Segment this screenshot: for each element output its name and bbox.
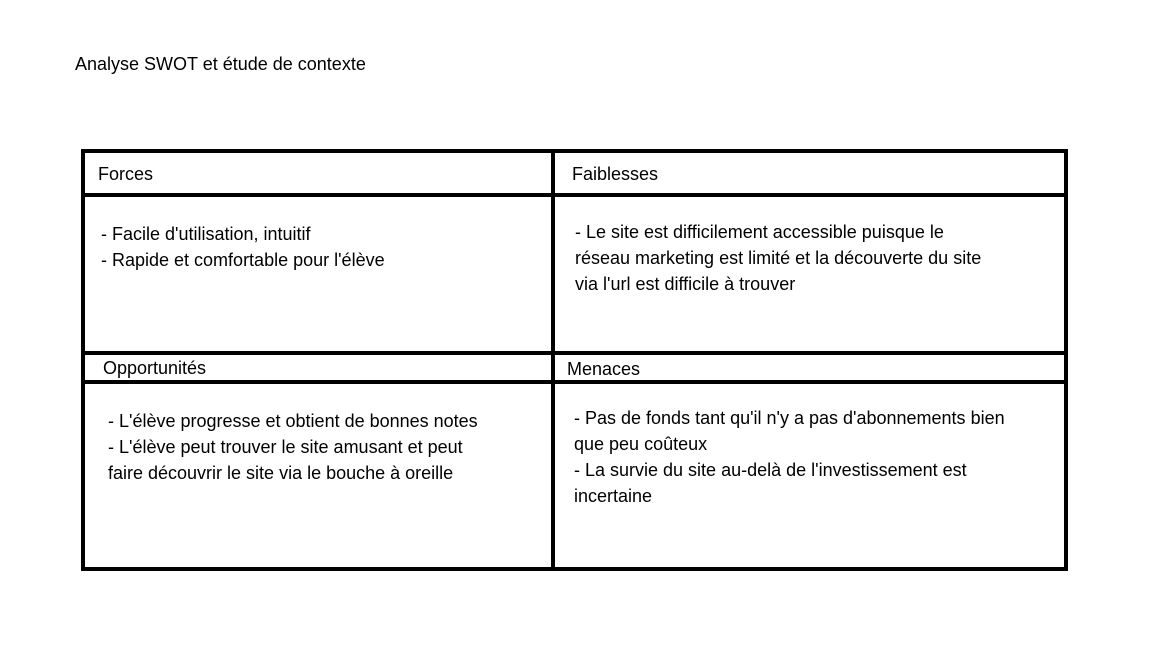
threats-line: que peu coûteux: [574, 434, 708, 454]
table-divider-vertical: [551, 149, 555, 571]
table-divider-header-bottom: [81, 380, 1068, 384]
page-title: Analyse SWOT et étude de contexte: [75, 54, 366, 74]
threats-line: incertaine: [574, 486, 653, 506]
table-border-top: [81, 149, 1068, 153]
opportunities-line: faire découvrir le site via le bouche à …: [108, 463, 454, 483]
threats-content: - Pas de fonds tant qu'il n'y a pas d'ab…: [574, 405, 1005, 509]
table-border-right: [1064, 149, 1068, 571]
strengths-line: - Rapide et comfortable pour l'élève: [101, 250, 385, 270]
threats-line: - Pas de fonds tant qu'il n'y a pas d'ab…: [574, 408, 1005, 428]
swot-table: Forces Faiblesses Opportunités Menaces -…: [81, 149, 1068, 571]
weaknesses-line: réseau marketing est limité et la découv…: [575, 248, 982, 268]
weaknesses-content: - Le site est difficilement accessible p…: [575, 219, 981, 297]
table-border-bottom: [81, 567, 1068, 571]
opportunities-content: - L'élève progresse et obtient de bonnes…: [108, 408, 478, 486]
weaknesses-header: Faiblesses: [572, 164, 659, 184]
strengths-line: - Facile d'utilisation, intuitif: [101, 224, 311, 244]
table-divider-header-top: [81, 193, 1068, 197]
opportunities-header: Opportunités: [103, 358, 207, 378]
table-divider-middle: [81, 351, 1068, 355]
opportunities-line: - L'élève peut trouver le site amusant e…: [108, 437, 463, 457]
weaknesses-line: - Le site est difficilement accessible p…: [575, 222, 944, 242]
opportunities-line: - L'élève progresse et obtient de bonnes…: [108, 411, 478, 431]
threats-line: - La survie du site au-delà de l'investi…: [574, 460, 967, 480]
threats-header: Menaces: [567, 359, 641, 379]
strengths-content: - Facile d'utilisation, intuitif - Rapid…: [101, 221, 385, 273]
weaknesses-line: via l'url est difficile à trouver: [575, 274, 796, 294]
strengths-header: Forces: [98, 164, 154, 184]
table-border-left: [81, 149, 85, 571]
